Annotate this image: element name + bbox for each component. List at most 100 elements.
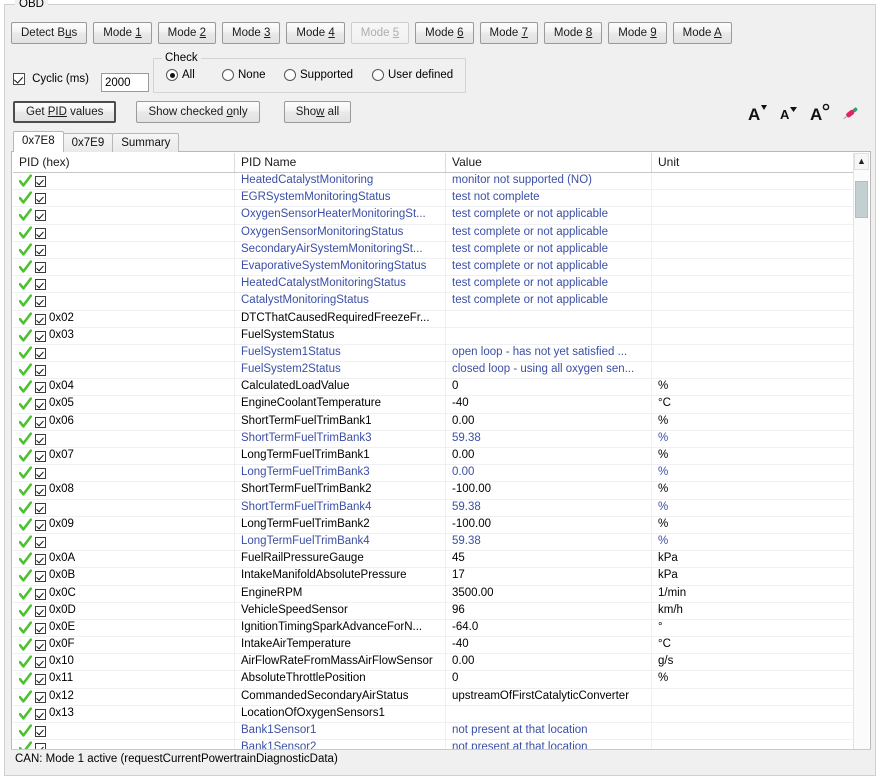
table-row[interactable]: ShortTermFuelTrimBank3 59.38%: [13, 430, 853, 448]
column-header-unit[interactable]: Unit: [652, 153, 857, 172]
column-header-pid-hex[interactable]: PID (hex): [13, 153, 235, 172]
tab-0x7e8[interactable]: 0x7E8: [13, 131, 64, 152]
table-row[interactable]: 0x12 CommandedSecondaryAirStatus upstreamO…: [13, 688, 853, 706]
mode-button-mode-6[interactable]: Mode 6: [415, 22, 474, 44]
table-row[interactable]: Bank1Sensor2 not present at that location: [13, 740, 853, 749]
cell-pid: 0x13: [13, 705, 235, 722]
table-row[interactable]: LongTermFuelTrimBank4 59.38%: [13, 533, 853, 552]
radio-supported[interactable]: Supported: [284, 69, 353, 81]
table-row[interactable]: 0x0A FuelRailPressureGauge 45 kPa: [13, 551, 853, 569]
table-row[interactable]: 0x06 ShortTermFuelTrimBank1 0.00%: [13, 413, 853, 431]
mode-button-label: Mode: [489, 27, 522, 39]
cell-pid-name: DTCThatCausedRequiredFreezeFr...: [235, 310, 446, 327]
table-row[interactable]: 0x07 LongTermFuelTrimBank1 0.00%: [13, 448, 853, 466]
mode-button-mode-1[interactable]: Mode 1: [93, 22, 152, 44]
table-row[interactable]: OxygenSensorMonitoringStatus test complet…: [13, 224, 853, 242]
cell-value: -100.00: [446, 516, 652, 533]
mode-button-mode-a[interactable]: Mode A: [672, 22, 732, 44]
mode-button-accel: 7: [521, 27, 528, 39]
radio-user-defined[interactable]: User defined: [372, 69, 453, 81]
tab-0x7e9[interactable]: 0x7E9: [62, 133, 114, 152]
table-row[interactable]: EvaporativeSystemMonitoringStatus test co…: [13, 258, 853, 277]
table-row[interactable]: 0x03 FuelSystemStatus: [13, 327, 853, 345]
table-row[interactable]: OxygenSensorHeaterMonitoringSt... test co…: [13, 207, 853, 225]
radio-all[interactable]: All: [166, 69, 195, 81]
cell-pid-name: IntakeAirTemperature: [235, 637, 446, 654]
mode-button-mode-3[interactable]: Mode 3: [222, 22, 281, 44]
table-row[interactable]: 0x13 LocationOfOxygenSensors1: [13, 705, 853, 723]
column-header-pid-name[interactable]: PID Name: [235, 153, 446, 172]
mode-button-mode-4[interactable]: Mode 4: [286, 22, 345, 44]
cell-pid: [13, 362, 235, 379]
get-pid-values-button[interactable]: Get PID values: [13, 101, 117, 123]
cell-pid: 0x08: [13, 482, 235, 499]
cyclic-interval-input[interactable]: [101, 73, 149, 92]
vertical-scrollbar[interactable]: ▲: [853, 153, 869, 749]
cell-value: 0.00: [446, 413, 652, 430]
cell-pid-name: AirFlowRateFromMassAirFlowSensor: [235, 654, 446, 671]
cell-unit: [652, 689, 853, 705]
table-row[interactable]: 0x0B IntakeManifoldAbsolutePressure 17 kPa: [13, 568, 853, 586]
show-checked-post: nly: [232, 106, 248, 118]
table-row[interactable]: 0x02 DTCThatCausedRequiredFreezeFr...: [13, 310, 853, 328]
scroll-up-arrow-icon[interactable]: ▲: [854, 153, 869, 170]
cell-pid: 0x0B: [13, 568, 235, 585]
tab-summary[interactable]: Summary: [112, 133, 180, 152]
table-row[interactable]: 0x0D VehicleSpeedSensor 96 km/h: [13, 602, 853, 620]
cell-value: 45: [446, 551, 652, 568]
mode-button-mode-2[interactable]: Mode 2: [157, 22, 217, 44]
table-row[interactable]: CatalystMonitoringStatus test complete or…: [13, 293, 853, 311]
cell-value: -40: [446, 637, 652, 654]
cell-value: [446, 310, 652, 327]
cell-unit: %: [658, 500, 669, 513]
pid-grid-body[interactable]: HeatedCatalystMonitoring monitor not supp…: [13, 173, 853, 749]
mode-button-mode-9[interactable]: Mode 9: [608, 22, 667, 44]
cell-pid-name: LongTermFuelTrimBank4: [235, 533, 446, 551]
table-row[interactable]: 0x0F IntakeAirTemperature -40 °C: [13, 637, 853, 655]
cell-pid-name: FuelSystem1Status: [235, 344, 446, 362]
column-header-value[interactable]: Value: [446, 153, 652, 172]
show-all-button[interactable]: Show all: [283, 101, 352, 123]
show-checked-only-button[interactable]: Show checked only: [136, 101, 260, 123]
cell-pid-name: ShortTermFuelTrimBank3: [235, 430, 446, 447]
svg-text:A: A: [780, 107, 790, 122]
cell-pid: 0x02: [13, 310, 235, 327]
cell-unit: [652, 723, 853, 739]
table-row[interactable]: 0x0C EngineRPM 3500.00 1/min: [13, 585, 853, 603]
cell-pid: [13, 190, 235, 207]
table-row[interactable]: HeatedCatalystMonitoringStatus test compl…: [13, 276, 853, 294]
obd-group-box: OBD Detect Bus Mode 1 Mode 2 Mode 3 Mode 4 Mo…: [4, 0, 876, 776]
radio-label: User defined: [388, 69, 454, 81]
table-row[interactable]: 0x10 AirFlowRateFromMassAirFlowSensor 0.00…: [13, 654, 853, 672]
table-row[interactable]: SecondaryAirSystemMonitoringSt... test co…: [13, 241, 853, 259]
mode-button-mode-8[interactable]: Mode 8: [543, 22, 603, 44]
table-row[interactable]: 0x09 LongTermFuelTrimBank2 -100.00%: [13, 516, 853, 534]
table-row[interactable]: EGRSystemMonitoringStatus test not comple…: [13, 190, 853, 208]
table-row[interactable]: ShortTermFuelTrimBank4 59.38%: [13, 499, 853, 517]
table-row[interactable]: 0x11 AbsoluteThrottlePosition 0%: [13, 671, 853, 689]
table-row[interactable]: 0x08 ShortTermFuelTrimBank2 -100.00%: [13, 482, 853, 500]
get-pid-accel: PID: [47, 106, 67, 118]
mode-button-detect-bu[interactable]: Detect Bus: [11, 22, 88, 44]
font-reset-icon[interactable]: A: [808, 101, 832, 125]
table-row[interactable]: FuelSystem2Status closed loop - using all…: [13, 362, 853, 380]
font-decrease-icon[interactable]: A: [777, 101, 801, 125]
table-row[interactable]: LongTermFuelTrimBank3 0.00%: [13, 465, 853, 483]
scrollbar-thumb[interactable]: [855, 181, 868, 218]
table-row[interactable]: 0x04 CalculatedLoadValue 0%: [13, 379, 853, 397]
pin-icon[interactable]: [839, 101, 863, 125]
show-checked-pre: Show checked: [148, 106, 227, 118]
cyclic-checkbox[interactable]: [13, 73, 25, 86]
table-row[interactable]: FuelSystem1Status open loop - has not yet…: [13, 344, 853, 363]
font-increase-icon[interactable]: A: [746, 101, 770, 125]
mode-button-accel: 1: [135, 27, 142, 39]
table-row[interactable]: Bank1Sensor1 not present at that location: [13, 723, 853, 741]
mode-button-mode-7[interactable]: Mode 7: [479, 22, 538, 44]
mode-button-label: Detect B: [21, 27, 66, 39]
cell-value: upstreamOfFirstCatalyticConverter: [446, 688, 652, 705]
table-row[interactable]: HeatedCatalystMonitoring monitor not supp…: [13, 173, 853, 191]
table-row[interactable]: 0x05 EngineCoolantTemperature -40 °C: [13, 396, 853, 414]
table-row[interactable]: 0x0E IgnitionTimingSparkAdvanceForN... -64…: [13, 619, 853, 638]
cell-unit: %: [658, 449, 669, 461]
radio-none[interactable]: None: [222, 69, 266, 81]
